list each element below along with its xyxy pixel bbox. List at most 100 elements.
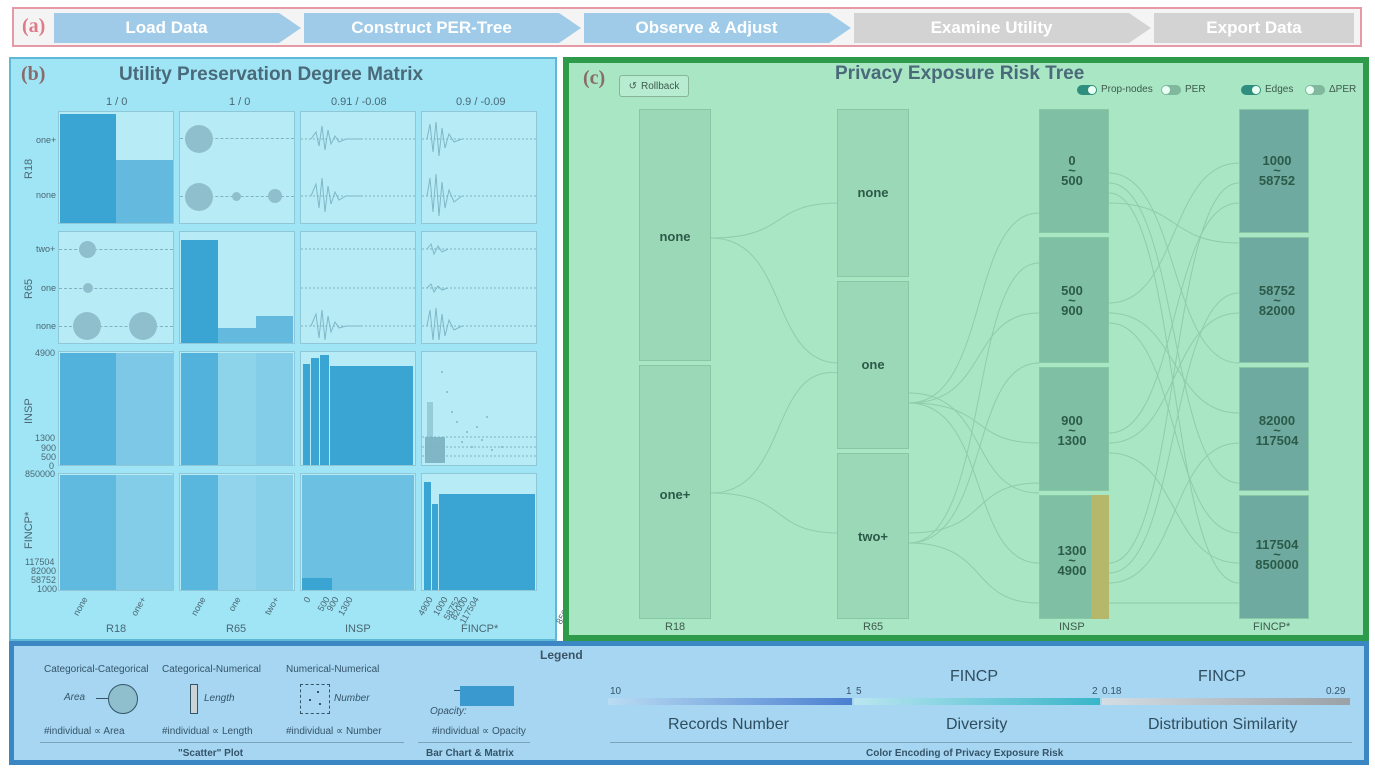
- step-export-data[interactable]: Export Data: [1154, 13, 1354, 43]
- tick-label: 1000: [37, 584, 58, 594]
- matrix-cell[interactable]: [58, 351, 174, 466]
- workflow-bar: (a) Load Data Construct PER-Tree Observe…: [12, 7, 1362, 47]
- x-tick: 4900: [416, 595, 435, 618]
- area-circle-icon: [108, 684, 138, 714]
- bar: [218, 328, 256, 343]
- matrix-cell[interactable]: [300, 473, 416, 591]
- matrix-cell[interactable]: [421, 111, 537, 224]
- tick-label: one+: [36, 135, 57, 145]
- heat-cell: [256, 353, 293, 465]
- scatter-circle: [73, 312, 101, 340]
- col-header: 0.91 / -0.08: [331, 96, 387, 108]
- matrix-cell[interactable]: [300, 231, 416, 344]
- records-label: Records Number: [668, 716, 789, 733]
- heat-cell: [181, 353, 218, 465]
- node-label: one+: [659, 487, 691, 502]
- col-axis-label: FINCP*: [461, 623, 499, 635]
- legend-title: Legend: [540, 648, 583, 662]
- axis-label: INSP: [1059, 621, 1085, 633]
- node-label: 500: [1061, 173, 1083, 188]
- matrix-cell[interactable]: [179, 351, 295, 466]
- color-caption: Color Encoding of Privacy Exposure Risk: [866, 748, 1064, 759]
- axis-label: R18: [665, 621, 686, 633]
- matrix-cell[interactable]: [421, 473, 537, 591]
- matrix-cell[interactable]: [58, 111, 174, 224]
- tick-label: two+: [36, 244, 56, 254]
- node-label: one: [861, 357, 885, 372]
- diversity-max: 2: [1092, 686, 1098, 697]
- diversity-label: Diversity: [946, 716, 1008, 733]
- col-header: 0.9 / -0.09: [456, 96, 506, 108]
- divider: [418, 742, 530, 743]
- step-observe-adjust[interactable]: Observe & Adjust: [584, 13, 829, 43]
- legend-area: Area: [64, 692, 86, 703]
- step-label: Load Data: [125, 18, 208, 37]
- similarity-label: Distribution Similarity: [1148, 716, 1298, 733]
- x-tick: none: [189, 595, 208, 618]
- x-tick: one: [226, 595, 243, 614]
- chevron-icon: [559, 13, 581, 43]
- legend-length: Length: [204, 693, 235, 704]
- step-label: Examine Utility: [930, 18, 1053, 37]
- panel-title: Utility Preservation Degree Matrix: [119, 64, 424, 85]
- matrix-cell[interactable]: [300, 351, 416, 466]
- col-header: 1 / 0: [229, 96, 251, 108]
- col-axis-label: R18: [106, 623, 127, 635]
- matrix-cell[interactable]: [179, 473, 295, 591]
- legend-number: Number: [334, 693, 370, 704]
- node-label: 58752: [1258, 173, 1296, 188]
- tick-label: one: [41, 283, 57, 293]
- col-header: 1 / 0: [106, 96, 128, 108]
- strip-plot: [422, 121, 536, 217]
- axis-label: R65: [863, 621, 884, 633]
- step-construct-per-tree[interactable]: Construct PER-Tree: [304, 13, 559, 43]
- scatter-circle: [129, 312, 157, 340]
- tick-label: none: [36, 321, 57, 331]
- similarity-max: 0.29: [1326, 686, 1346, 697]
- legend-prop-opacity: #individual ∝ Opacity: [432, 726, 526, 737]
- chevron-icon: [279, 13, 301, 43]
- matrix-cell[interactable]: [421, 231, 537, 344]
- tick-label: 850000: [25, 469, 56, 479]
- matrix-cell[interactable]: [179, 111, 295, 224]
- bar: [432, 504, 438, 590]
- bar: [116, 160, 173, 223]
- legend-prop-length: #individual ∝ Length: [162, 726, 253, 737]
- node-label: 1300: [1057, 433, 1087, 448]
- strip-plot: [301, 248, 415, 341]
- bar: [330, 366, 413, 465]
- strip-plot: [422, 242, 536, 341]
- divider: [40, 742, 404, 743]
- x-tick: two+: [262, 595, 281, 617]
- step-label: Export Data: [1206, 18, 1302, 37]
- strip-plot: [301, 125, 415, 213]
- legend-cat-num: Categorical-Numerical: [162, 664, 261, 675]
- opacity-bar-icon: [460, 686, 514, 706]
- bar: [256, 316, 293, 343]
- node-label: 900: [1061, 303, 1083, 318]
- matrix-cell[interactable]: [58, 231, 174, 344]
- diversity-min: 5: [856, 686, 862, 697]
- matrix-cell[interactable]: [179, 231, 295, 344]
- tick-label: 1300: [35, 433, 56, 443]
- legend-cat-cat: Categorical-Categorical: [44, 664, 149, 675]
- heat-cell: [60, 353, 116, 465]
- tick-label: none: [36, 190, 57, 200]
- step-examine-utility[interactable]: Examine Utility: [854, 13, 1129, 43]
- x-tick: 0: [301, 595, 313, 605]
- step-load-data[interactable]: Load Data: [54, 13, 279, 43]
- matrix-cell[interactable]: [300, 111, 416, 224]
- scatter-circle: [79, 241, 96, 258]
- gridline: [59, 288, 173, 289]
- bar: [181, 240, 218, 343]
- heat-cell: [218, 475, 256, 590]
- pointer-line: [96, 698, 108, 699]
- length-bar-icon: [190, 684, 198, 714]
- matrix-cell[interactable]: [421, 351, 537, 466]
- scatter-circle: [83, 283, 93, 293]
- scatter-circle: [185, 125, 213, 153]
- matrix-cell[interactable]: [58, 473, 174, 591]
- x-tick: none: [71, 595, 90, 618]
- similarity-header: FINCP: [1198, 668, 1246, 685]
- row-label: FINCP*: [23, 511, 35, 549]
